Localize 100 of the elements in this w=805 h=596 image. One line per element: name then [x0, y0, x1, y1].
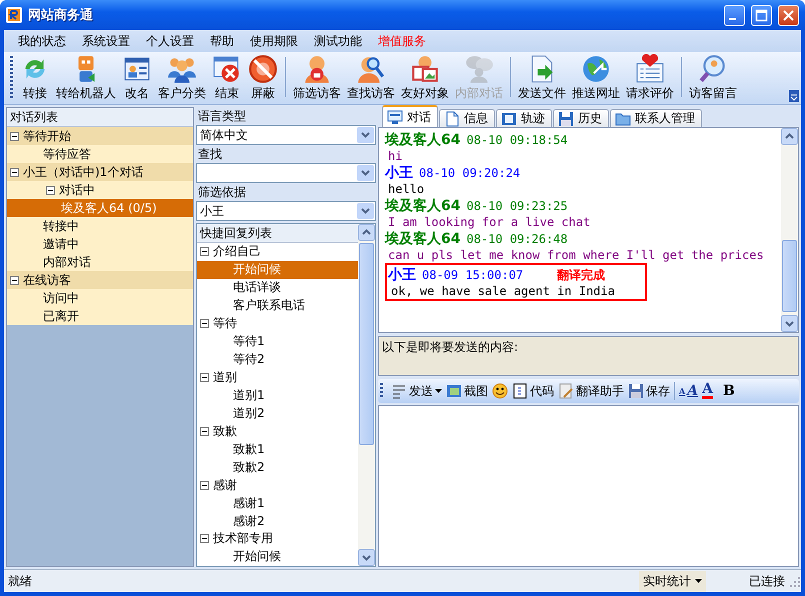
tab[interactable]: 对话 [382, 105, 438, 127]
tree-item[interactable]: 等待 [197, 314, 358, 333]
tab[interactable]: 轨迹 [496, 109, 552, 127]
message-time: 08-10 09:26:48 [466, 232, 568, 246]
heart-form-icon [635, 54, 665, 84]
close-button[interactable] [778, 4, 799, 26]
resize-grip-icon[interactable] [789, 575, 801, 587]
toolbar-button[interactable]: 请求评价 [623, 54, 677, 102]
save-button[interactable]: 保存 [628, 382, 670, 400]
menu-item[interactable]: 测试功能 [306, 32, 370, 50]
close-icon [782, 8, 795, 22]
toolbar-button[interactable]: 访客留言 [686, 54, 740, 102]
bold-button[interactable]: B [716, 383, 741, 399]
scroll-up-icon[interactable] [358, 224, 375, 241]
toolbar-button[interactable]: 改名 [119, 54, 155, 102]
tree-item[interactable]: 介绍自己 [197, 243, 358, 261]
toolbar-button[interactable]: 转接 [17, 54, 53, 102]
toolbar-button[interactable]: 筛选访客 [290, 54, 344, 102]
send-button[interactable]: 发送 [391, 382, 442, 400]
tree-item[interactable]: 转接中 [7, 217, 193, 235]
screenshot-button[interactable]: 截图 [446, 382, 488, 400]
toolbar-button[interactable]: 屏蔽 [245, 54, 281, 102]
collapse-icon[interactable] [10, 132, 19, 140]
tree-item[interactable]: 埃及客人64 (0/5) [7, 199, 193, 217]
message-time: 08-09 15:00:07 [422, 268, 524, 282]
tree-item[interactable]: 道别 [197, 368, 358, 386]
message-time: 08-10 09:18:54 [466, 133, 568, 147]
tree-item[interactable]: 等待应答 [7, 145, 193, 163]
caret-icon [695, 579, 702, 583]
menu-item[interactable]: 我的状态 [10, 32, 74, 50]
message-text: hi [387, 149, 404, 163]
stats-dropdown[interactable]: 实时统计 [639, 570, 706, 592]
font-color-button[interactable]: A [702, 383, 713, 399]
tree-item[interactable]: 致歉 [197, 422, 358, 440]
collapse-icon[interactable] [200, 480, 209, 490]
collapse-icon[interactable] [200, 247, 209, 256]
app-logo-icon [6, 7, 22, 23]
tree-item[interactable]: 在线访客 [7, 271, 193, 289]
film-icon [501, 110, 517, 126]
message-time: 08-10 09:23:25 [466, 199, 568, 213]
collapse-icon[interactable] [200, 534, 209, 544]
tree-item[interactable]: 等待开始 [7, 127, 193, 145]
smiley-icon[interactable] [492, 383, 508, 399]
person-search-icon [356, 54, 386, 84]
collapse-icon[interactable] [10, 276, 19, 284]
minimize-button[interactable] [724, 4, 745, 26]
tab[interactable]: 信息 [439, 109, 495, 127]
search-dropdown[interactable] [196, 163, 376, 183]
tree-item[interactable]: 对话中 [7, 181, 193, 199]
caret-icon[interactable] [435, 389, 442, 393]
field-label: 查找 [197, 146, 223, 163]
toolbar-button[interactable]: 结束 [209, 54, 245, 102]
collapse-icon[interactable] [10, 168, 19, 176]
menu-item[interactable]: 帮助 [202, 32, 242, 50]
maximize-button[interactable] [751, 4, 772, 26]
monitor-icon [387, 109, 403, 125]
tree-item[interactable]: 访问中 [7, 289, 193, 307]
tab[interactable]: 联系人管理 [610, 109, 702, 127]
tree-item[interactable]: 已离开 [7, 307, 193, 325]
toolbar-button[interactable]: 查找访客 [344, 54, 398, 102]
language-dropdown[interactable]: 简体中文 [196, 125, 376, 145]
toolbar-button[interactable]: 转给机器人 [53, 54, 119, 102]
filter-dropdown[interactable]: 小王 [196, 201, 376, 221]
toolbar-button[interactable]: 发送文件 [515, 54, 569, 102]
scroll-down-icon[interactable] [358, 549, 375, 566]
tree-item[interactable]: 内部对话 [7, 253, 193, 271]
tree-item[interactable]: 技术部专用 [197, 530, 358, 548]
toolbar-button[interactable]: 友好对象 [398, 54, 452, 102]
tree-item[interactable]: 邀请中 [7, 235, 193, 253]
toolbar-button[interactable]: 推送网址 [569, 54, 623, 102]
menu-item[interactable]: 个人设置 [138, 32, 202, 50]
tab[interactable]: 历史 [553, 109, 609, 127]
maximize-icon [755, 8, 768, 22]
toolbar-button[interactable]: 客户分类 [155, 54, 209, 102]
scrollbar[interactable] [781, 128, 798, 332]
compose-preview: 以下是即将要发送的内容: [378, 336, 799, 376]
magnifier-icon [698, 54, 728, 84]
tree-item[interactable]: 开始问候 [197, 260, 358, 279]
person-lock-icon [302, 54, 332, 84]
code-button[interactable]: 代码 [512, 382, 554, 400]
font-size-button[interactable]: AA [679, 383, 698, 399]
message-input[interactable] [378, 405, 799, 567]
pencil-page-icon [558, 383, 574, 399]
menu-item[interactable]: 使用期限 [242, 32, 306, 50]
field-label: 筛选依据 [197, 184, 247, 201]
message-text: I am looking for a live chat [387, 215, 592, 229]
panel-header: 快捷回复列表 [197, 224, 358, 243]
scroll-up-icon[interactable] [781, 128, 798, 145]
scroll-down-icon[interactable] [781, 315, 798, 332]
close-window-icon [212, 54, 242, 84]
tree-item[interactable]: 感谢 [197, 476, 358, 494]
connection-status: 已连接 [749, 572, 786, 590]
translate-button[interactable]: 翻译助手 [558, 382, 624, 400]
collapse-icon[interactable] [200, 319, 209, 328]
collapse-icon[interactable] [46, 186, 55, 194]
tree-item[interactable]: 小王（对话中)1个对话 [7, 163, 193, 181]
collapse-icon[interactable] [200, 373, 209, 382]
menu-item[interactable]: 系统设置 [74, 32, 138, 50]
collapse-icon[interactable] [200, 426, 209, 436]
scrollbar[interactable] [358, 224, 375, 566]
